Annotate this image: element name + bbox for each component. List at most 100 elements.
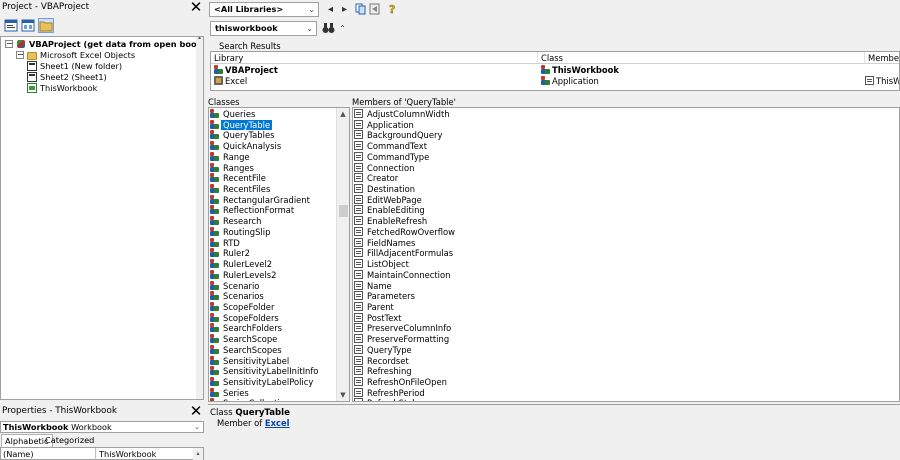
project-tree-scrollbar[interactable] bbox=[196, 37, 203, 399]
close-project-explorer-icon[interactable]: ✕ bbox=[189, 0, 203, 15]
class-list-item[interactable]: Series bbox=[209, 387, 251, 399]
class-list-item[interactable]: ReflectionFormat bbox=[209, 205, 296, 216]
view-code-button[interactable] bbox=[3, 18, 19, 33]
classes-scrollbar[interactable]: ▲ ▼ bbox=[336, 108, 349, 401]
member-list-item[interactable]: QueryType bbox=[353, 344, 414, 356]
property-value[interactable]: ThisWorkbook bbox=[97, 448, 193, 460]
class-list-item[interactable]: RecentFile bbox=[209, 173, 268, 184]
class-list-item[interactable]: Ruler2 bbox=[209, 248, 252, 259]
scroll-thumb[interactable] bbox=[339, 205, 348, 217]
member-label: FieldNames bbox=[367, 237, 416, 248]
class-list-item[interactable]: RoutingSlip bbox=[209, 226, 272, 238]
folder-icon bbox=[39, 21, 53, 32]
column-header-class[interactable]: Class bbox=[538, 52, 865, 64]
collapse-toggle-icon[interactable]: − bbox=[16, 51, 24, 59]
tree-item[interactable]: ThisWorkbook bbox=[27, 83, 97, 94]
member-list-item[interactable]: Parameters bbox=[353, 291, 417, 302]
class-list-item[interactable]: Range bbox=[209, 151, 252, 163]
library-select[interactable]: <All Libraries> ⌄ bbox=[209, 2, 319, 17]
member-list-item[interactable]: BackgroundQuery bbox=[353, 130, 444, 141]
member-list-item[interactable]: RefreshPeriod bbox=[353, 387, 427, 399]
class-list-item[interactable]: QueryTables bbox=[209, 130, 276, 141]
scroll-down-icon[interactable]: ▼ bbox=[337, 389, 349, 401]
member-list-item[interactable]: AdjustColumnWidth bbox=[353, 109, 452, 120]
column-header-member[interactable]: Member bbox=[865, 52, 899, 64]
properties-object-select[interactable]: ThisWorkbook Workbook ⌄ bbox=[0, 421, 204, 433]
member-label: CommandType bbox=[367, 151, 430, 162]
tree-item[interactable]: − VBAProject (get data from open books.xl… bbox=[5, 39, 203, 50]
class-list-item[interactable]: Scenarios bbox=[209, 291, 266, 302]
close-properties-icon[interactable]: ✕ bbox=[189, 404, 203, 419]
search-result-row[interactable]: VBAProject ThisWorkbook bbox=[211, 65, 899, 76]
search-result-row[interactable]: Excel Application ThisWorkbook bbox=[211, 76, 899, 87]
class-list-item[interactable]: SensitivityLabel bbox=[209, 355, 291, 367]
copy-to-clipboard-icon[interactable] bbox=[354, 3, 367, 16]
class-list-item[interactable]: RTD bbox=[209, 237, 242, 249]
class-list-item[interactable]: SensitivityLabelPolicy bbox=[209, 377, 315, 388]
class-list-item[interactable]: SearchScope bbox=[209, 334, 279, 345]
class-list-item[interactable]: Ranges bbox=[209, 162, 256, 174]
tree-item[interactable]: − Microsoft Excel Objects bbox=[16, 50, 135, 61]
member-list-item[interactable]: EnableRefresh bbox=[353, 216, 429, 227]
toggle-folders-button[interactable] bbox=[38, 18, 54, 33]
view-object-button[interactable] bbox=[20, 18, 36, 33]
tree-item[interactable]: Sheet2 (Sheet1) bbox=[27, 72, 107, 83]
member-list-item[interactable]: PreserveFormatting bbox=[353, 334, 451, 345]
class-list-item[interactable]: Queries bbox=[209, 109, 257, 120]
class-list-item[interactable]: ScopeFolders bbox=[209, 312, 281, 324]
member-list-item[interactable]: PreserveColumnInfo bbox=[353, 323, 453, 334]
class-list-item[interactable]: QueryTable bbox=[209, 119, 273, 131]
member-list-item[interactable]: CommandText bbox=[353, 141, 429, 152]
class-list-item[interactable]: RecentFiles bbox=[209, 184, 272, 195]
class-list-item[interactable]: RectangularGradient bbox=[209, 194, 312, 206]
class-list-item[interactable]: Research bbox=[209, 216, 263, 227]
member-list-item[interactable]: RefreshOnFileOpen bbox=[353, 377, 449, 388]
chevron-down-icon[interactable]: ⌄ bbox=[194, 422, 200, 432]
member-list-item[interactable]: Parent bbox=[353, 301, 396, 313]
class-list-item[interactable]: ScopeFolder bbox=[209, 301, 276, 313]
class-label: ScopeFolder bbox=[223, 301, 275, 312]
tab-categorized[interactable]: Categorized bbox=[42, 434, 97, 447]
member-list-item[interactable]: Connection bbox=[353, 162, 416, 174]
member-list-item[interactable]: Recordset bbox=[353, 355, 411, 367]
member-list-item[interactable]: MaintainConnection bbox=[353, 269, 452, 281]
class-list-item[interactable]: QuickAnalysis bbox=[209, 141, 283, 152]
property-name[interactable]: (Name) bbox=[1, 448, 96, 460]
collapse-results-icon[interactable]: ⌃ bbox=[336, 22, 349, 35]
class-list-item[interactable]: SearchFolders bbox=[209, 323, 284, 334]
go-back-icon[interactable]: ◂ bbox=[324, 3, 337, 16]
help-icon[interactable]: ? bbox=[386, 3, 399, 16]
member-list-item[interactable]: FieldNames bbox=[353, 237, 417, 249]
member-list-item[interactable]: PostText bbox=[353, 312, 403, 324]
member-list-item[interactable]: EditWebPage bbox=[353, 194, 424, 206]
tree-item[interactable]: Sheet1 (New folder) bbox=[27, 61, 122, 72]
member-list-item[interactable]: RefreshStyle bbox=[353, 398, 422, 401]
class-list-item[interactable]: Scenario bbox=[209, 280, 261, 292]
member-list-item[interactable]: FetchedRowOverflow bbox=[353, 226, 457, 238]
member-list-item[interactable]: Refreshing bbox=[353, 366, 414, 377]
scroll-up-icon[interactable]: ▴ bbox=[193, 448, 203, 460]
member-list-item[interactable]: EnableEditing bbox=[353, 205, 427, 216]
search-binoculars-icon[interactable] bbox=[322, 22, 335, 35]
member-list-item[interactable]: Application bbox=[353, 119, 416, 131]
go-forward-icon[interactable]: ▸ bbox=[338, 3, 351, 16]
class-list-item[interactable]: SearchScopes bbox=[209, 344, 284, 356]
collapse-toggle-icon[interactable]: − bbox=[5, 40, 13, 48]
member-list-item[interactable]: ListObject bbox=[353, 259, 411, 270]
class-list-item[interactable]: SeriesCollection bbox=[209, 398, 292, 401]
view-definition-icon[interactable] bbox=[368, 3, 381, 16]
member-list-item[interactable]: FillAdjacentFormulas bbox=[353, 248, 455, 259]
column-header-library[interactable]: Library bbox=[211, 52, 538, 64]
class-list-item[interactable]: SensitivityLabelInitInfo bbox=[209, 366, 320, 377]
scroll-up-icon[interactable]: ▲ bbox=[337, 108, 349, 120]
member-list-item[interactable]: CommandType bbox=[353, 151, 431, 163]
library-link[interactable]: Excel bbox=[265, 418, 290, 428]
class-list-item[interactable]: RulerLevels2 bbox=[209, 269, 278, 281]
class-label: SearchScopes bbox=[223, 344, 282, 355]
member-list-item[interactable]: Destination bbox=[353, 184, 417, 195]
search-text-input[interactable]: thisworkbook ⌄ bbox=[210, 21, 317, 36]
member-list-item[interactable]: Name bbox=[353, 280, 394, 292]
member-list-item[interactable]: Creator bbox=[353, 173, 400, 184]
class-list-item[interactable]: RulerLevel2 bbox=[209, 259, 274, 270]
scroll-up-icon[interactable]: ▴ bbox=[196, 37, 203, 41]
